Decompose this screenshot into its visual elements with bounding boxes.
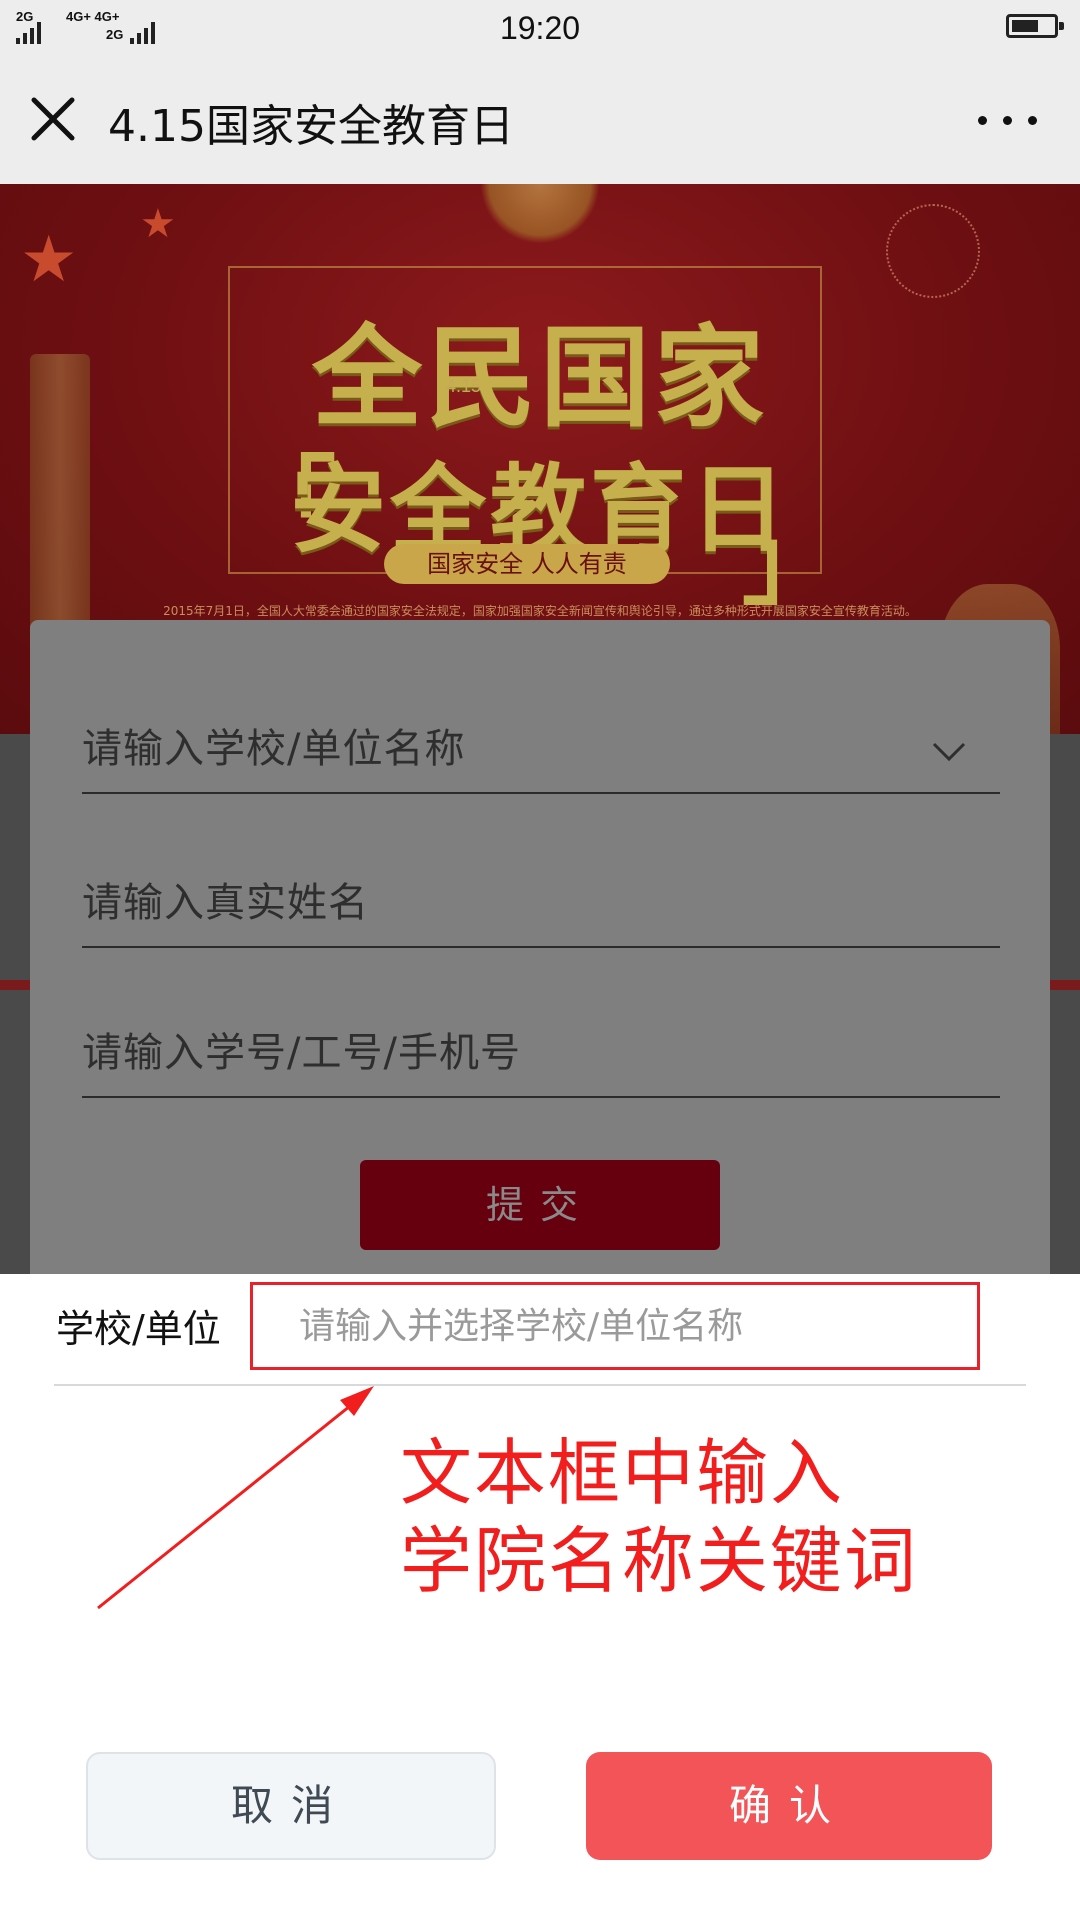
status-bar: 2G 4G+ 4G+ 2G 19:20	[0, 0, 1080, 56]
banner-date: 4.15	[446, 376, 482, 396]
star-icon: ★	[140, 201, 176, 247]
confirm-button[interactable]: 确认	[586, 1752, 992, 1860]
cancel-button[interactable]: 取消	[86, 1752, 496, 1860]
school-search-input[interactable]	[253, 1285, 977, 1367]
school-select[interactable]: 请输入学校/单位名称	[82, 722, 1000, 794]
star-icon: ★	[20, 223, 78, 297]
banner-law-text: 2015年7月1日，全国人大常委会通过的国家安全法规定，国家加强国家安全新闻宣传…	[163, 604, 917, 618]
name-field[interactable]: 请输入真实姓名	[82, 876, 1000, 948]
page-title: 4.15国家安全教育日	[108, 101, 514, 152]
nav-bar: 4.15国家安全教育日	[0, 56, 1080, 184]
school-label: 学校/单位	[56, 1307, 221, 1351]
more-icon[interactable]	[972, 106, 1044, 134]
emblem-icon	[480, 184, 600, 244]
chevron-down-icon	[932, 742, 966, 762]
battery-icon	[1006, 14, 1064, 38]
id-field-placeholder: 请输入学号/工号/手机号	[82, 1030, 521, 1076]
name-field-placeholder: 请输入真实姓名	[82, 880, 369, 926]
banner-slogan: 国家安全 人人有责	[384, 544, 670, 584]
school-search-box[interactable]	[250, 1282, 980, 1370]
close-icon[interactable]	[26, 92, 82, 148]
firework-icon	[886, 204, 980, 298]
id-field[interactable]: 请输入学号/工号/手机号	[82, 1026, 1000, 1098]
annotation-text-2: 学院名称关键词	[400, 1519, 919, 1603]
registration-form: 请输入学校/单位名称 请输入真实姓名 请输入学号/工号/手机号 提交	[30, 620, 1050, 1274]
school-select-placeholder: 请输入学校/单位名称	[82, 726, 466, 772]
status-time: 19:20	[499, 10, 581, 46]
banner-headline-1: 全民国家	[312, 314, 768, 442]
divider	[54, 1384, 1026, 1386]
school-picker-sheet: 学校/单位 文本框中输入 学院名称关键词 取消 确认	[0, 1274, 1080, 1920]
page: 2G 4G+ 4G+ 2G 19:20 4.15国家安全教育日 ★ ★ 全民国家…	[0, 0, 1080, 1920]
submit-button[interactable]: 提交	[360, 1160, 720, 1250]
